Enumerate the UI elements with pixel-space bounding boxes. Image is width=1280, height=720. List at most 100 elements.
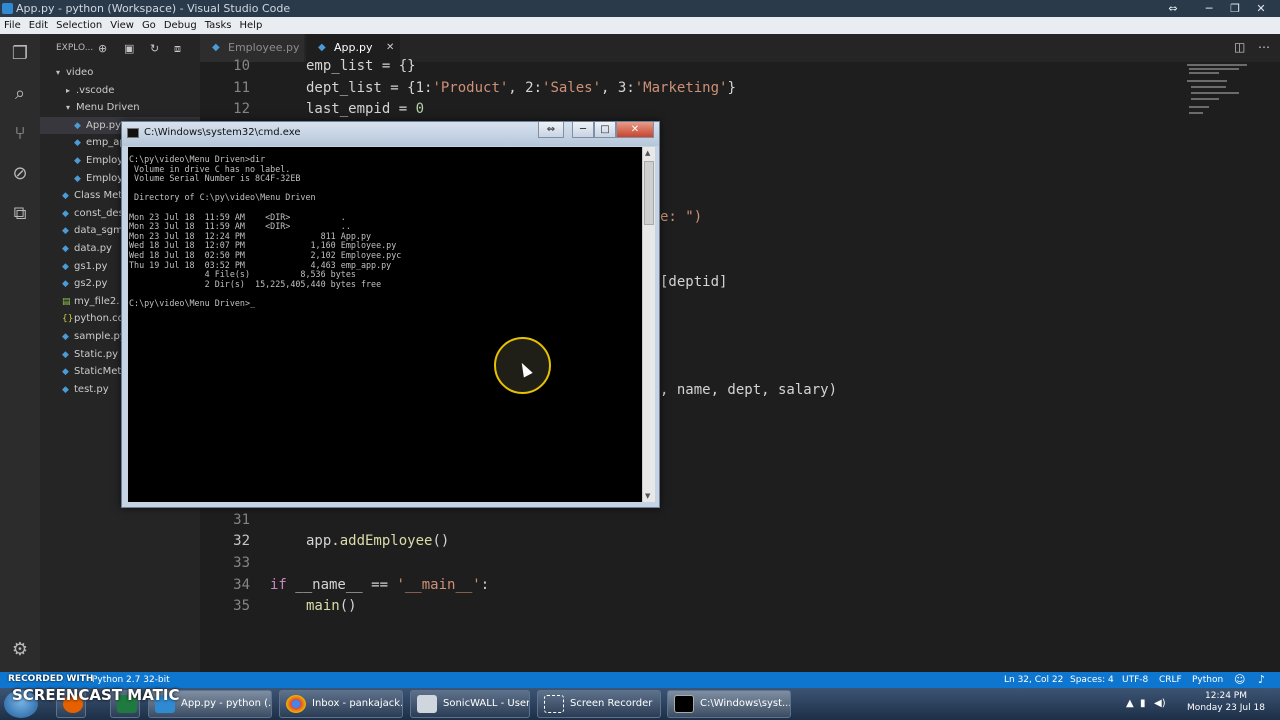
file-type-icon: ◆ <box>74 173 81 184</box>
menu-help[interactable]: Help <box>236 17 267 34</box>
code-line: last_empid = 0 <box>306 101 425 117</box>
files-icon[interactable]: ❐ <box>8 42 32 66</box>
tree-item-label: gs1.py <box>74 260 108 272</box>
tree-item[interactable]: ▸ .vscode <box>40 82 200 99</box>
screencast-matic-logo: SCREENCAST MATIC <box>12 686 180 704</box>
new-file-icon[interactable]: ⊕ <box>98 42 107 55</box>
cmd-title-bar[interactable]: C:\Windows\system32\cmd.exe ⇔ ─ □ ✕ <box>122 122 659 146</box>
taskbar-item-sonicwall[interactable]: SonicWALL - User... <box>410 690 530 718</box>
file-type-icon: ▤ <box>62 296 71 307</box>
gear-icon[interactable]: ⚙ <box>8 638 32 662</box>
tree-item-label: gs2.py <box>74 278 108 290</box>
line-number: 10 <box>233 58 250 74</box>
minimap[interactable] <box>1185 62 1265 122</box>
search-icon[interactable]: ⌕ <box>8 82 32 106</box>
chevron-icon: ▸ <box>66 85 71 95</box>
line-number: 11 <box>233 80 250 96</box>
split-editor-icon[interactable]: ◫ <box>1234 40 1245 54</box>
menu-debug[interactable]: Debug <box>160 17 201 34</box>
file-type-icon: ◆ <box>74 120 81 131</box>
tree-item-label: Static.py <box>74 348 119 360</box>
language-mode[interactable]: Python <box>1192 672 1223 688</box>
cmd-maximize-button[interactable]: □ <box>594 122 616 138</box>
status-bar: Python 2.7 32-bit Ln 32, Col 22 Spaces: … <box>0 672 1280 688</box>
recorded-with-label: RECORDED WITH <box>8 674 94 684</box>
cursor-position[interactable]: Ln 32, Col 22 <box>1004 672 1063 688</box>
tree-item-label: Employ <box>86 172 124 184</box>
smiley-icon[interactable]: ☺ <box>1234 672 1245 688</box>
code-line: emp_list = {} <box>306 58 416 74</box>
tree-item-label: sample.py <box>74 331 126 342</box>
menu-file[interactable]: File <box>0 17 25 34</box>
file-type-icon: ◆ <box>62 244 69 254</box>
document-icon <box>417 695 437 713</box>
cmd-close-button[interactable]: ✕ <box>616 122 654 138</box>
tree-item-label: App.py <box>86 119 121 131</box>
cmd-console[interactable]: C:\py\video\Menu Driven>dir Volume in dr… <box>128 147 642 502</box>
tree-item-label: my_file2. <box>74 295 120 307</box>
taskbar-item-chrome[interactable]: Inbox - pankajack... <box>279 690 403 718</box>
cmd-window[interactable]: C:\Windows\system32\cmd.exe ⇔ ─ □ ✕ C:\p… <box>121 121 660 508</box>
menu-view[interactable]: View <box>106 17 138 34</box>
cmd-icon <box>674 695 694 713</box>
more-actions-icon[interactable]: ⋯ <box>1258 40 1270 54</box>
volume-icon[interactable]: ◀) <box>1154 698 1166 709</box>
line-endings[interactable]: CRLF <box>1159 672 1182 688</box>
collapse-icon[interactable]: ⧈ <box>174 42 181 56</box>
network-icon[interactable]: ▮ <box>1140 698 1146 709</box>
tree-item-label: StaticMet <box>74 366 122 378</box>
source-control-icon[interactable]: ⑂ <box>8 122 32 146</box>
file-type-icon: ◆ <box>74 156 81 166</box>
extensions-icon[interactable]: ⧉ <box>8 202 32 226</box>
cmd-scrollbar[interactable]: ▲ ▼ <box>642 147 655 502</box>
minimize-button[interactable]: ─ <box>1196 0 1222 17</box>
menu-go[interactable]: Go <box>138 17 160 34</box>
menu-edit[interactable]: Edit <box>25 17 52 34</box>
line-number: 31 <box>233 512 250 528</box>
refresh-icon[interactable]: ↻ <box>150 42 159 55</box>
tree-item[interactable]: ▾ Menu Driven <box>40 99 200 116</box>
tray-clock[interactable]: 12:24 PM Monday 23 Jul 18 <box>1178 690 1274 714</box>
cmd-scroll-thumb[interactable] <box>644 161 654 225</box>
maximize-button[interactable]: ❐ <box>1222 0 1248 17</box>
window-title-bar: App.py - python (Workspace) - Visual Stu… <box>0 0 1280 17</box>
tray-arrow-icon[interactable]: ▲ <box>1126 698 1134 709</box>
tree-item-label: Employ <box>86 155 124 166</box>
encoding[interactable]: UTF-8 <box>1122 672 1148 688</box>
indentation[interactable]: Spaces: 4 <box>1070 672 1114 688</box>
file-type-icon: ◆ <box>62 332 69 342</box>
new-folder-icon[interactable]: ▣ <box>124 42 134 55</box>
tree-item-label: data.py <box>74 243 112 254</box>
taskbar-item-cmd[interactable]: C:\Windows\syst... <box>667 690 791 718</box>
file-type-icon: {} <box>62 314 74 325</box>
tree-item-label: test.py <box>74 383 109 395</box>
menu-tasks[interactable]: Tasks <box>201 17 236 34</box>
scroll-down-icon[interactable]: ▼ <box>645 492 650 500</box>
close-button[interactable]: ✕ <box>1248 0 1274 17</box>
file-type-icon: ◆ <box>62 367 69 378</box>
cmd-title: C:\Windows\system32\cmd.exe <box>144 127 301 138</box>
line-number: 12 <box>233 101 250 117</box>
debug-icon[interactable]: ⊘ <box>8 162 32 186</box>
clock-time: 12:24 PM <box>1205 691 1247 701</box>
taskbar-item-screen-recorder[interactable]: Screen Recorder <box>537 690 661 718</box>
tab-label: Employee.py <box>228 41 300 54</box>
restore-arrows-icon[interactable]: ⇔ <box>1160 0 1186 17</box>
cmd-resize-button[interactable]: ⇔ <box>538 122 564 138</box>
scroll-up-icon[interactable]: ▲ <box>645 149 650 157</box>
cmd-app-icon <box>127 128 139 138</box>
cmd-minimize-button[interactable]: ─ <box>572 122 594 138</box>
window-title: App.py - python (Workspace) - Visual Stu… <box>16 2 291 15</box>
line-number: 34 <box>233 577 250 593</box>
file-type-icon: ◆ <box>62 191 69 202</box>
chevron-icon: ▾ <box>56 68 61 77</box>
tree-item-label: .vscode <box>76 84 115 96</box>
bell-icon[interactable]: ♪ <box>1258 672 1265 688</box>
activity-bar: ❐ ⌕ ⑂ ⊘ ⧉ ⚙ <box>0 34 40 672</box>
tree-item-label: video <box>66 67 94 78</box>
file-type-icon: ◆ <box>62 208 69 219</box>
menu-selection[interactable]: Selection <box>52 17 106 34</box>
clock-date: Monday 23 Jul 18 <box>1187 703 1265 713</box>
code-line: if __name__ == '__main__': <box>270 577 490 593</box>
tree-item[interactable]: ▾ video <box>40 64 200 81</box>
